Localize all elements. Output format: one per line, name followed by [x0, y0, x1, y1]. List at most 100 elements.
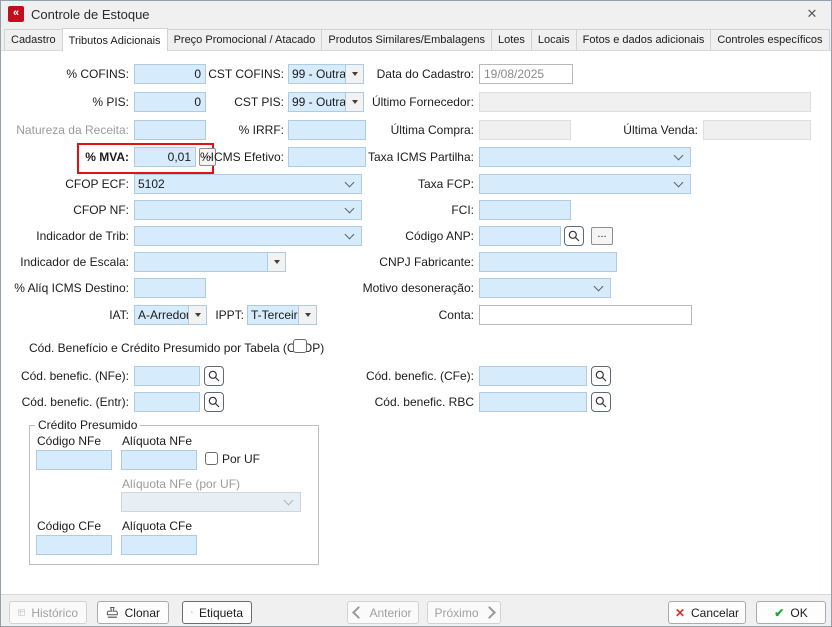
taxa-icms-partilha-select[interactable]: [479, 147, 691, 167]
ultima-compra-label: Última Compra:: [331, 123, 474, 137]
taxa-fcp-label: Taxa FCP:: [331, 177, 474, 191]
search-icon: [208, 370, 220, 382]
iat-label: IAT:: [1, 308, 129, 322]
ultima-venda-label: Última Venda:: [601, 123, 698, 137]
etiqueta-button[interactable]: Etiqueta: [182, 601, 252, 624]
cofins-label: % COFINS:: [1, 67, 129, 81]
indicador-escala-select[interactable]: [134, 252, 286, 272]
motivo-desoneracao-select[interactable]: [479, 278, 611, 298]
codigo-anp-search-button[interactable]: [564, 226, 584, 246]
por-uf-checkbox[interactable]: [205, 452, 218, 465]
aliquota-cfe-label: Alíquota CFe: [122, 519, 212, 533]
tab-controles-especificos[interactable]: Controles específicos: [710, 29, 829, 50]
tab-cadastro[interactable]: Cadastro: [4, 29, 63, 50]
cod-benefic-nfe-search-button[interactable]: [204, 366, 224, 386]
historico-button[interactable]: Histórico: [9, 601, 87, 624]
cod-benefic-nfe-input[interactable]: [134, 366, 200, 386]
conta-input[interactable]: [479, 305, 692, 325]
history-grid-icon: [18, 606, 25, 619]
taxa-icms-partilha-label: Taxa ICMS Partilha:: [331, 150, 474, 164]
cancelar-label: Cancelar: [691, 606, 739, 620]
cfop-ecf-select[interactable]: 5102: [134, 174, 362, 194]
aliquota-nfe-uf-select: [121, 492, 301, 512]
indicador-trib-select[interactable]: [134, 226, 362, 246]
cst-pis-label: CST PIS:: [151, 95, 284, 109]
chevron-right-icon: [483, 606, 496, 619]
aliquota-nfe-uf-label: Alíquota NFe (por UF): [122, 477, 282, 491]
search-icon: [595, 396, 607, 408]
controle-de-estoque-dialog: « Controle de Estoque ✕ Cadastro Tributo…: [0, 0, 832, 627]
clonar-label: Clonar: [125, 606, 160, 620]
natureza-receita-label: Natureza da Receita:: [1, 123, 129, 137]
cnpj-fabricante-label: CNPJ Fabricante:: [331, 255, 474, 269]
search-icon: [208, 396, 220, 408]
iat-select[interactable]: A-Arredond: [134, 305, 207, 325]
data-cadastro-input[interactable]: [479, 64, 573, 84]
codigo-anp-input[interactable]: [479, 226, 561, 246]
clonar-button[interactable]: Clonar: [97, 601, 169, 624]
irrf-label: % IRRF:: [151, 123, 284, 137]
cod-benefic-cfe-search-button[interactable]: [591, 366, 611, 386]
codigo-cfe-label: Código CFe: [37, 519, 117, 533]
ultimo-fornecedor-input: [479, 92, 811, 112]
aliq-icms-destino-label: % Alíq ICMS Destino:: [1, 281, 129, 295]
aliq-icms-destino-input[interactable]: [134, 278, 206, 298]
cancelar-button[interactable]: ✕ Cancelar: [668, 601, 746, 624]
cod-benefic-entr-input[interactable]: [134, 392, 200, 412]
chevron-down-icon: [674, 178, 684, 188]
cnpj-fabricante-input[interactable]: [479, 252, 617, 272]
ok-label: OK: [790, 606, 807, 620]
chevron-left-icon: [353, 606, 366, 619]
cod-benefic-rbc-input[interactable]: [479, 392, 587, 412]
tab-preco-promocional-atacado[interactable]: Preço Promocional / Atacado: [167, 29, 323, 50]
ippt-value: T-Terceiros: [248, 308, 298, 322]
codigo-nfe-input[interactable]: [36, 450, 112, 470]
tab-locais[interactable]: Locais: [531, 29, 577, 50]
conta-label: Conta:: [331, 308, 474, 322]
tab-tributos-adicionais[interactable]: Tributos Adicionais: [62, 28, 168, 51]
cod-beneficio-checkbox[interactable]: [293, 339, 307, 353]
iat-value: A-Arredond: [135, 308, 188, 322]
tag-icon: [191, 606, 193, 619]
historico-label: Histórico: [31, 606, 78, 620]
cod-benefic-entr-search-button[interactable]: [204, 392, 224, 412]
chevron-down-icon: [674, 151, 684, 161]
codigo-cfe-input[interactable]: [36, 535, 112, 555]
fci-input[interactable]: [479, 200, 571, 220]
clone-stamp-icon: [106, 606, 119, 619]
aliquota-cfe-input[interactable]: [121, 535, 197, 555]
taxa-fcp-select[interactable]: [479, 174, 691, 194]
por-uf-label: Por UF: [222, 452, 282, 466]
cod-beneficio-checkbox-label: Cód. Benefício e Crédito Presumido por T…: [29, 341, 291, 355]
pis-label: % PIS:: [1, 95, 129, 109]
tab-lotes[interactable]: Lotes: [491, 29, 532, 50]
chevron-down-icon: [298, 306, 316, 324]
search-icon: [595, 370, 607, 382]
close-icon[interactable]: ✕: [803, 5, 821, 23]
proximo-button[interactable]: Próximo: [427, 601, 501, 624]
ippt-select[interactable]: T-Terceiros: [247, 305, 317, 325]
icms-efetivo-label: %ICMS Efetivo:: [151, 150, 284, 164]
ok-button[interactable]: ✔ OK: [756, 601, 826, 624]
codigo-anp-label: Código ANP:: [331, 229, 474, 243]
indicador-escala-label: Indicador de Escala:: [1, 255, 129, 269]
chevron-down-icon: [284, 496, 294, 506]
cod-benefic-rbc-search-button[interactable]: [591, 392, 611, 412]
aliquota-nfe-input[interactable]: [121, 450, 197, 470]
cod-benefic-cfe-label: Cód. benefic. (CFe):: [331, 369, 474, 383]
window-title: Controle de Estoque: [31, 7, 150, 22]
ippt-label: IPPT:: [204, 308, 244, 322]
cancel-x-icon: ✕: [675, 606, 685, 620]
ultimo-fornecedor-label: Último Fornecedor:: [331, 95, 474, 109]
tab-fotos-dados-adicionais[interactable]: Fotos e dados adicionais: [576, 29, 712, 50]
cfop-nf-select[interactable]: [134, 200, 362, 220]
anterior-button[interactable]: Anterior: [347, 601, 419, 624]
search-icon: [568, 230, 580, 242]
cod-benefic-entr-label: Cód. benefic. (Entr):: [1, 395, 129, 409]
indicador-trib-label: Indicador de Trib:: [1, 229, 129, 243]
cst-cofins-label: CST COFINS:: [151, 67, 284, 81]
codigo-anp-more-button[interactable]: ...: [591, 227, 613, 245]
cod-benefic-nfe-label: Cód. benefic. (NFe):: [1, 369, 129, 383]
tab-produtos-similares-embalagens[interactable]: Produtos Similares/Embalagens: [321, 29, 492, 50]
cod-benefic-cfe-input[interactable]: [479, 366, 587, 386]
